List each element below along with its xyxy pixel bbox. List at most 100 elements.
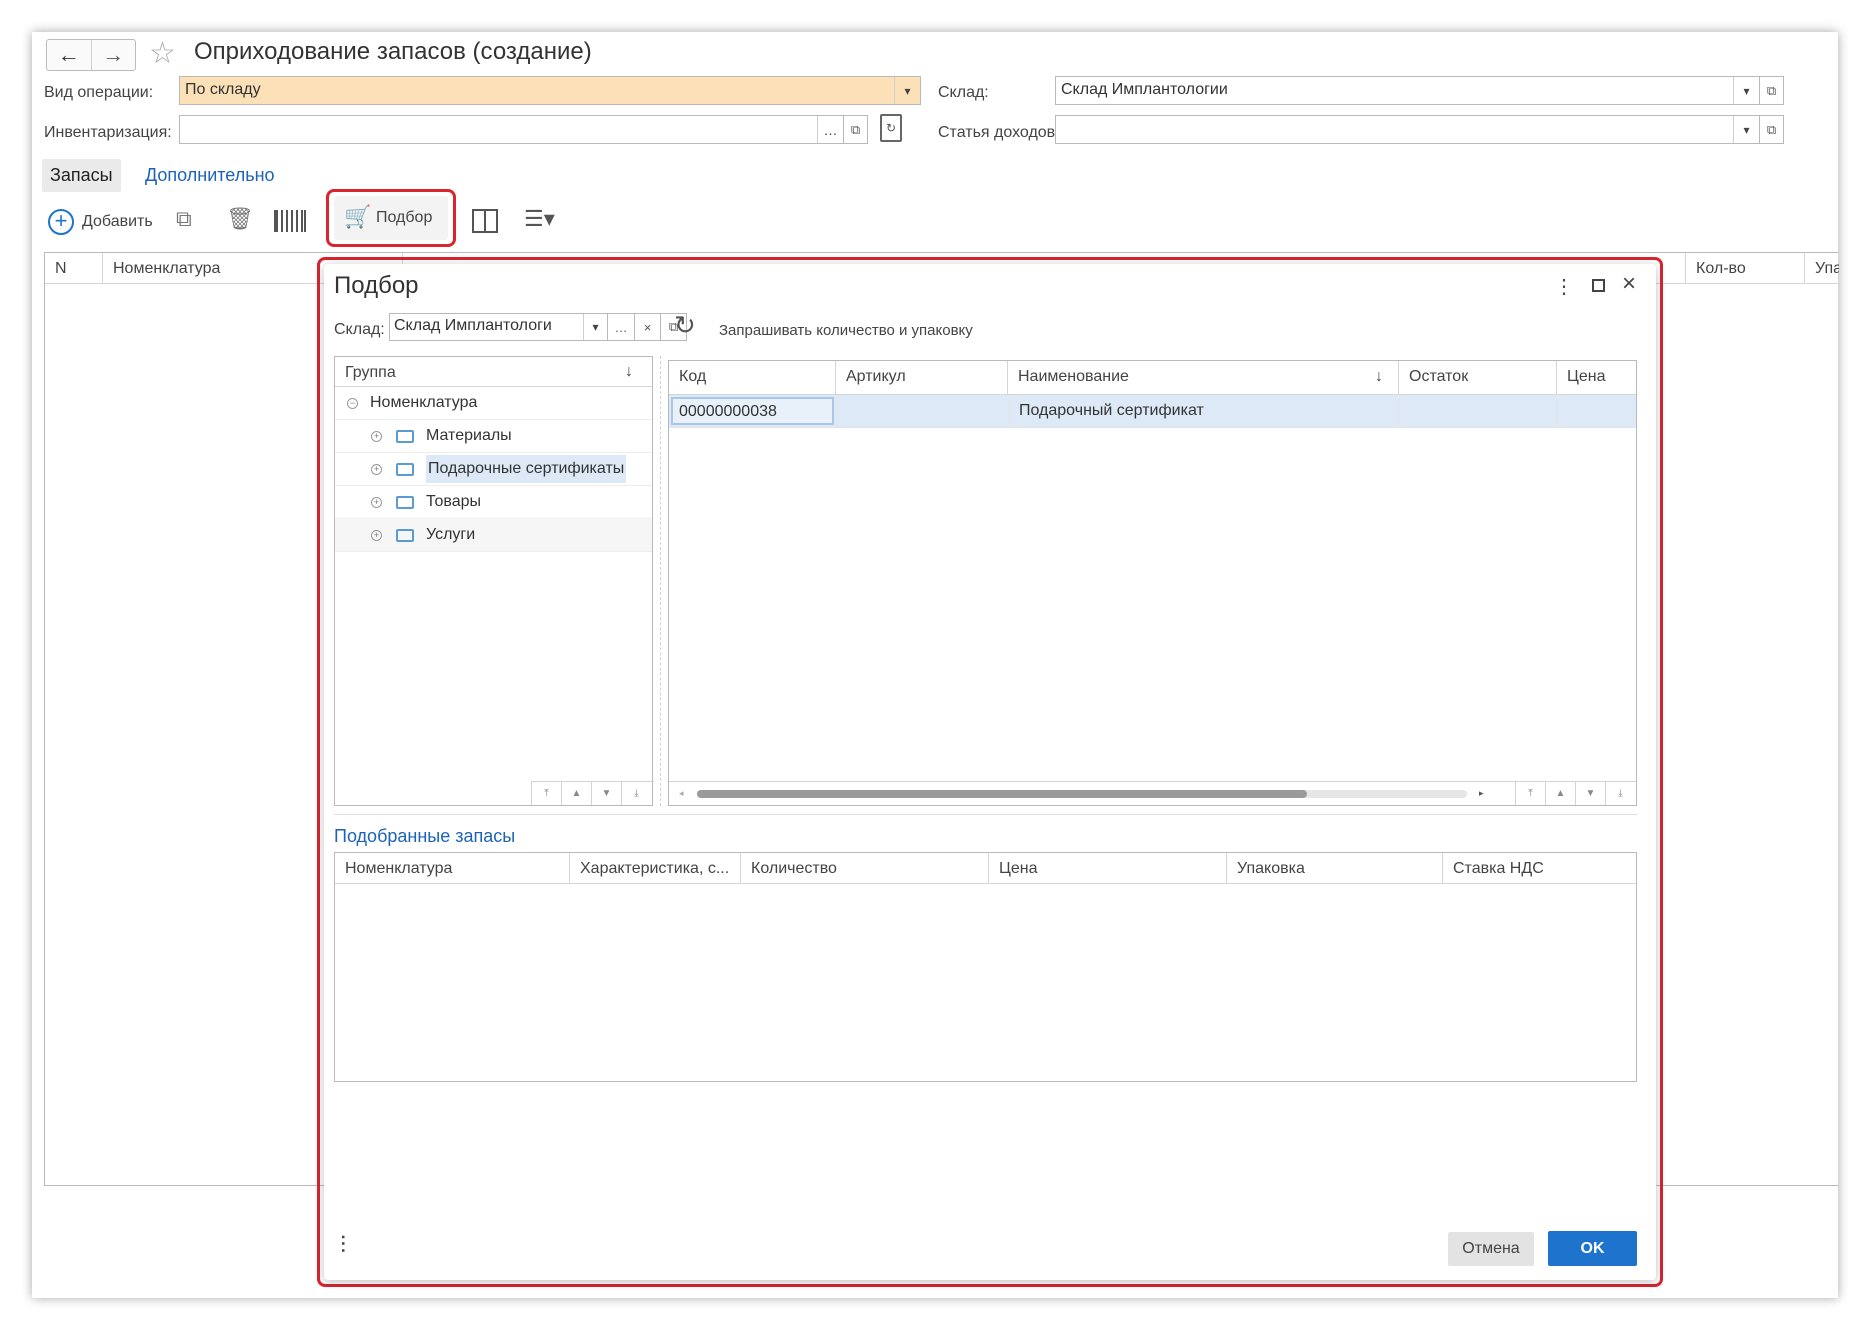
chevron-down-icon[interactable]: ▾	[583, 314, 607, 340]
dialog-warehouse-select[interactable]: Склад Имплантологи ▾	[389, 313, 608, 341]
chevron-down-icon[interactable]: ▾	[894, 77, 920, 104]
refresh-icon[interactable]: ↻	[674, 310, 696, 341]
column-header[interactable]: Наименование	[1008, 361, 1399, 394]
add-icon[interactable]: +	[48, 209, 74, 235]
operation-label: Вид операции:	[44, 84, 154, 101]
table-row[interactable]: 00000000038 Подарочный сертификат	[669, 395, 1636, 428]
scroll-down-icon[interactable]: ▼	[591, 782, 621, 805]
income-item-select[interactable]: ▾	[1055, 115, 1760, 144]
pick-button-label: Подбор	[376, 209, 433, 226]
code-cell[interactable]: 00000000038	[671, 397, 834, 425]
tree-item-label: Подарочные сертификаты	[426, 455, 627, 483]
inventory-field[interactable]: …	[179, 115, 844, 144]
column-header[interactable]: Остаток	[1399, 361, 1557, 394]
more-icon[interactable]: ⋮	[1554, 274, 1574, 299]
column-header[interactable]: Упаковка	[1227, 853, 1443, 883]
nomenclature-list[interactable]: Код Артикул Наименование ↓ Остаток Цена …	[668, 360, 1637, 806]
expand-icon[interactable]: +	[371, 430, 382, 442]
ok-button[interactable]: OK	[1548, 1231, 1637, 1266]
forward-arrow-icon[interactable]: →	[92, 40, 136, 70]
navigation-buttons: ← →	[46, 39, 136, 71]
scroll-top-icon[interactable]: ⤒	[531, 782, 561, 805]
document-refresh-icon[interactable]: ↻	[880, 114, 902, 142]
horizontal-scrollbar[interactable]	[697, 790, 1467, 798]
operation-select[interactable]: По складу ▾	[179, 76, 921, 105]
column-header[interactable]: Номенклатура	[335, 853, 570, 883]
expand-icon[interactable]: +	[371, 496, 382, 508]
price-cell	[1557, 395, 1638, 427]
tree-item[interactable]: + Услуги	[335, 519, 652, 552]
column-header[interactable]: Артикул	[836, 361, 1008, 394]
dialog-warehouse-value: Склад Имплантологи	[394, 317, 552, 334]
maximize-icon[interactable]	[1592, 279, 1605, 292]
group-tree[interactable]: Группа ↓ − Номенклатура + Материалы + По…	[334, 356, 654, 806]
dialog-title: Подбор	[334, 272, 419, 299]
column-header[interactable]: Упа	[1805, 253, 1839, 283]
ellipsis-icon[interactable]: …	[608, 313, 635, 341]
clear-icon[interactable]: ×	[635, 313, 661, 341]
warehouse-label: Склад:	[938, 84, 989, 101]
name-cell: Подарочный сертификат	[1008, 395, 1399, 427]
tree-item[interactable]: + Товары	[335, 486, 652, 519]
tab-stocks[interactable]: Запасы	[42, 159, 121, 192]
scroll-right-icon[interactable]: ▸	[1479, 788, 1484, 799]
income-item-label: Статья доходов:	[938, 124, 1060, 141]
rest-cell	[1399, 395, 1557, 427]
open-window-icon[interactable]: ⧉	[1760, 76, 1784, 105]
sort-down-icon[interactable]: ↓	[625, 363, 633, 381]
picked-table-header: Номенклатура Характеристика, с... Количе…	[335, 853, 1636, 884]
ellipsis-icon[interactable]: …	[817, 116, 843, 143]
barcode-icon[interactable]	[274, 210, 306, 232]
collapse-icon[interactable]: −	[347, 397, 358, 409]
ask-quantity-checkbox-label[interactable]: Запрашивать количество и упаковку	[719, 322, 973, 339]
open-window-icon[interactable]: ⧉	[1760, 115, 1784, 144]
open-window-icon[interactable]: ⧉	[844, 115, 868, 144]
scroll-bottom-icon[interactable]: ⤓	[1605, 782, 1635, 805]
picked-stocks-table[interactable]: Номенклатура Характеристика, с... Количе…	[334, 852, 1637, 1082]
dialog-warehouse-label: Склад:	[334, 321, 385, 338]
warehouse-select[interactable]: Склад Имплантологии ▾	[1055, 76, 1760, 105]
scroll-down-icon[interactable]: ▼	[1575, 782, 1605, 805]
column-header[interactable]: Код	[669, 361, 836, 394]
tree-item[interactable]: + Подарочные сертификаты	[335, 453, 652, 486]
column-header[interactable]: Характеристика, с...	[570, 853, 741, 883]
expand-icon[interactable]: +	[371, 463, 382, 475]
copy-icon[interactable]: ⧉	[176, 206, 192, 232]
tab-additional[interactable]: Дополнительно	[145, 165, 275, 186]
trash-icon[interactable]: 🗑	[226, 206, 254, 232]
column-header[interactable]: Количество	[741, 853, 989, 883]
add-button[interactable]: Добавить	[82, 213, 153, 231]
cancel-button[interactable]: Отмена	[1448, 1232, 1534, 1266]
scroll-top-icon[interactable]: ⤒	[1515, 782, 1545, 805]
scroll-left-icon[interactable]: ◂	[679, 788, 684, 799]
sort-down-icon[interactable]: ↓	[1375, 368, 1383, 386]
pick-button[interactable]: 🛒 Подбор	[334, 196, 448, 240]
folder-icon	[396, 462, 414, 476]
excel-icon[interactable]	[472, 209, 498, 233]
scrollbar-thumb[interactable]	[697, 790, 1307, 798]
splitter[interactable]	[660, 356, 661, 806]
scroll-up-icon[interactable]: ▲	[561, 782, 591, 805]
folder-icon	[396, 528, 414, 542]
column-header[interactable]: Цена	[1557, 361, 1638, 394]
group-column-header[interactable]: Группа	[345, 364, 396, 382]
favorite-star-icon[interactable]: ☆	[149, 36, 176, 71]
scroll-bottom-icon[interactable]: ⤓	[621, 782, 651, 805]
settings-sliders-icon[interactable]: ⫶	[340, 1232, 346, 1260]
scroll-up-icon[interactable]: ▲	[1545, 782, 1575, 805]
tree-item[interactable]: + Материалы	[335, 420, 652, 453]
chevron-down-icon[interactable]: ▾	[1733, 77, 1759, 104]
menu-icon[interactable]: ☰▾	[524, 206, 555, 232]
cart-icon: 🛒	[344, 204, 372, 229]
folder-icon	[396, 429, 414, 443]
chevron-down-icon[interactable]: ▾	[1733, 116, 1759, 143]
tree-root[interactable]: − Номенклатура	[335, 387, 652, 420]
column-header[interactable]: Ставка НДС	[1443, 853, 1638, 883]
expand-icon[interactable]: +	[371, 529, 382, 541]
column-header[interactable]: Цена	[989, 853, 1227, 883]
section-divider	[334, 814, 1637, 815]
back-arrow-icon[interactable]: ←	[47, 40, 92, 70]
column-header[interactable]: N	[45, 253, 103, 283]
column-header[interactable]: Кол-во	[1685, 253, 1805, 283]
close-icon[interactable]: ×	[1622, 270, 1636, 298]
